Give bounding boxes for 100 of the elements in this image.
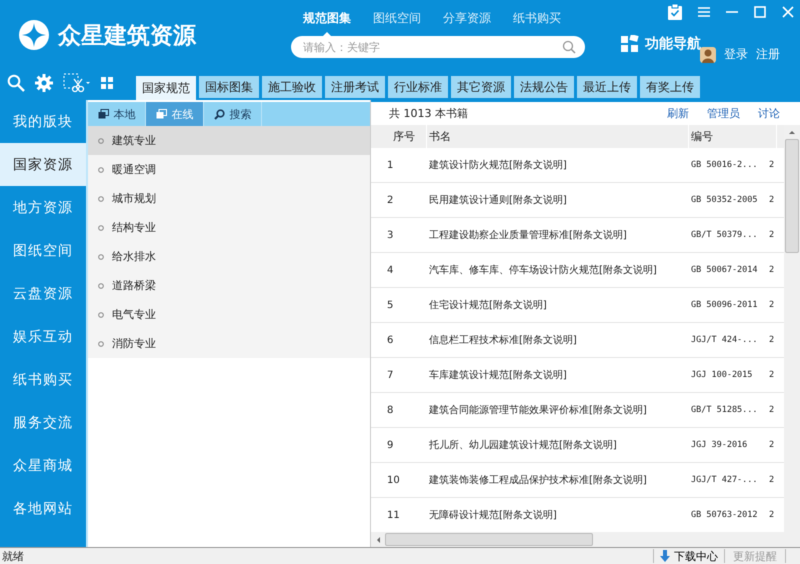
table-cell-text: 1	[386, 158, 394, 172]
table-cell-text: 民用建筑设计通则[附条文说明]	[428, 194, 568, 208]
column-header[interactable]: 序号	[371, 125, 427, 148]
bullet-icon	[98, 138, 104, 144]
table-cell-text: GB 50067-2014	[690, 264, 759, 277]
category-item[interactable]: 暖通空调	[88, 155, 370, 184]
feature-nav-label[interactable]: 功能导航	[645, 35, 701, 53]
sidebar-item[interactable]: 国家资源	[0, 143, 86, 186]
bullet-icon	[98, 340, 104, 346]
table-cell-text: 建筑设计防火规范[附条文说明]	[428, 158, 568, 173]
column-header[interactable]: 编号	[689, 125, 777, 148]
table-cell-text: 3	[386, 228, 394, 242]
category-item[interactable]: 城市规划	[88, 184, 370, 213]
table-cell-text: 2	[769, 229, 776, 242]
table-cell-text: 2	[769, 264, 776, 277]
app-title: 众星建筑资源	[58, 22, 196, 50]
table-cell-text: 7	[386, 368, 394, 382]
scrollbar-thumb[interactable]	[385, 533, 593, 546]
windows-icon	[98, 109, 108, 119]
search-icon	[214, 108, 224, 120]
action-link[interactable]: 管理员	[707, 106, 740, 121]
close-icon[interactable]	[782, 6, 794, 18]
vertical-scrollbar[interactable]	[784, 125, 800, 532]
category-tab[interactable]: 施工验收	[262, 76, 322, 98]
table-cell-text: 2	[769, 509, 776, 522]
table-cell-text: 2	[769, 299, 776, 312]
table-cell-text: GB 50016-2...	[690, 159, 759, 172]
horizontal-scrollbar[interactable]	[371, 532, 800, 547]
book-count: 共 1013 本书籍	[389, 106, 469, 121]
table-cell-text: 2	[386, 194, 394, 208]
sidebar-item[interactable]: 云盘资源	[0, 272, 86, 315]
table-cell-text: 2	[769, 334, 776, 347]
category-item[interactable]: 电气专业	[88, 300, 370, 329]
table-cell-text: 8	[386, 404, 394, 418]
table-cell-text: 2	[769, 194, 776, 207]
sidebar-item[interactable]: 图纸空间	[0, 229, 86, 272]
register-link[interactable]: 注册	[756, 46, 780, 63]
table-cell-text: 2	[769, 369, 776, 382]
avatar-icon[interactable]	[700, 46, 716, 62]
table-cell-text: 2	[769, 404, 776, 417]
table-cell-text: 11	[386, 508, 401, 522]
category-tab[interactable]: 国标图集	[199, 76, 259, 98]
table-cell-text: 汽车库、修车库、停车场设计防火规范[附条文说明]	[428, 264, 658, 278]
category-item[interactable]: 消防专业	[88, 329, 370, 358]
table-cell-text: 2	[769, 474, 776, 487]
category-tab[interactable]: 国家规范	[136, 76, 196, 100]
table-cell-text: 6	[386, 334, 394, 348]
sidebar-item[interactable]: 我的版块	[0, 100, 86, 143]
action-link[interactable]: 刷新	[667, 106, 689, 121]
action-link[interactable]: 讨论	[758, 106, 780, 121]
sidebar-item[interactable]: 纸书购买	[0, 358, 86, 401]
table-cell-text: GB/T 50379...	[690, 229, 759, 242]
table-cell-text: GB 50352-2005	[690, 194, 759, 207]
column-header[interactable]: 书名	[427, 125, 689, 148]
table-cell-text: 4	[386, 264, 394, 278]
table-cell-text: 建筑合同能源管理节能效果评价标准[附条文说明]	[428, 404, 648, 418]
category-tab[interactable]: 最近上传	[577, 76, 637, 98]
table-cell-text: 2	[769, 159, 776, 172]
sidebar-item[interactable]: 服务交流	[0, 401, 86, 444]
maximize-icon[interactable]	[754, 6, 766, 18]
clipboard-icon[interactable]	[668, 4, 682, 20]
search-field[interactable]: 请输入：关键字	[291, 36, 585, 58]
table-cell-text: 托儿所、幼儿园建筑设计规范[附条文说明]	[428, 438, 618, 453]
category-item[interactable]: 结构专业	[88, 213, 370, 242]
table-cell-text: 信息栏工程技术标准[附条文说明]	[428, 334, 578, 348]
table-cell-text: 5	[386, 298, 394, 312]
settings-icon[interactable]	[35, 74, 53, 92]
category-item[interactable]: 给水排水	[88, 242, 370, 271]
grid-icon[interactable]	[101, 77, 113, 89]
bullet-icon	[98, 312, 104, 318]
menu-icon[interactable]	[698, 7, 710, 17]
sidebar-item[interactable]: 地方资源	[0, 186, 86, 229]
category-item[interactable]: 建筑专业	[88, 126, 370, 155]
login-link[interactable]: 登录	[724, 46, 748, 63]
category-tab[interactable]: 注册考试	[325, 76, 385, 98]
search-icon[interactable]	[7, 74, 25, 92]
category-item[interactable]: 道路桥梁	[88, 271, 370, 300]
category-tab[interactable]: 法规公告	[514, 76, 574, 98]
table-cell-text: 建筑装饰装修工程成品保护技术标准[附条文说明]	[428, 474, 648, 488]
table-cell-text: 2	[769, 439, 776, 452]
table-cell-text: GB 50763-2012	[690, 509, 759, 522]
table-cell-text: 工程建设勘察企业质量管理标准[附条文说明]	[428, 228, 628, 243]
grid-icon[interactable]	[621, 35, 639, 53]
status-text: 就绪	[1, 548, 25, 564]
sidebar-item[interactable]: 各地网站	[0, 487, 86, 530]
screenshot-scissors-icon[interactable]	[63, 73, 91, 93]
table-cell-text: JGJ/T 424-...	[690, 334, 759, 347]
sidebar-item[interactable]: 众星商城	[0, 444, 86, 487]
bullet-icon	[98, 254, 104, 260]
nav-tab[interactable]: 规范图集	[303, 10, 351, 37]
sidebar-item[interactable]: 娱乐互动	[0, 315, 86, 358]
search-icon[interactable]	[562, 40, 576, 54]
download-center-button[interactable]: 下载中心	[653, 549, 724, 563]
table-cell-text: JGJ 39-2016	[690, 439, 748, 452]
scrollbar-thumb[interactable]	[785, 139, 799, 253]
category-tab[interactable]: 行业标准	[388, 76, 448, 98]
table-cell-text: 住宅设计规范[附条文说明]	[428, 298, 548, 313]
table-cell-text: JGJ/T 427-...	[690, 474, 759, 487]
category-tab[interactable]: 有奖上传	[640, 76, 700, 98]
category-tab[interactable]: 其它资源	[451, 76, 511, 98]
